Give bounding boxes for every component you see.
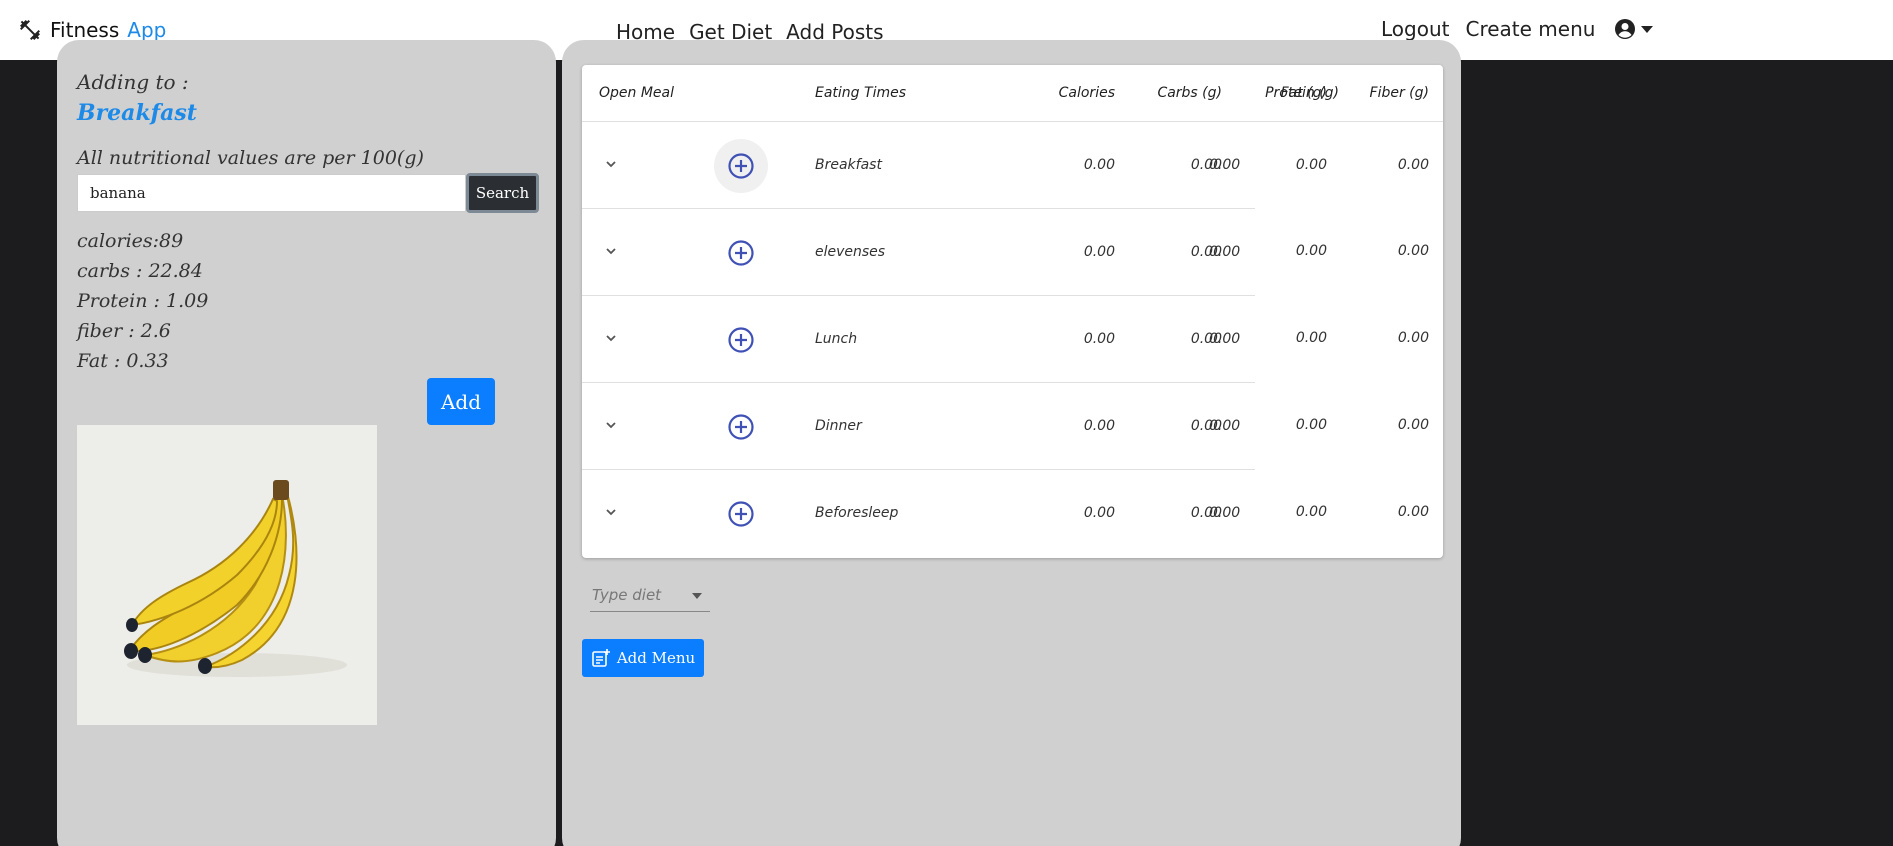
user-circle-icon [1615, 19, 1636, 39]
fiber-cell: 0.00 [1397, 157, 1429, 173]
user-menu-toggle[interactable] [1613, 17, 1654, 41]
fat-cell: 0.00 [1295, 504, 1327, 520]
plus-circle-icon [728, 501, 754, 527]
fiber-cell: 0.00 [1397, 504, 1429, 520]
chevron-down-icon[interactable] [605, 419, 617, 431]
type-diet-select[interactable]: Type diet [590, 582, 710, 612]
meal-name-cell: Breakfast [815, 157, 882, 173]
brand-logo[interactable]: Fitness App [18, 18, 166, 42]
calories-cell: 0.00 [1083, 505, 1115, 521]
fat-cell: 0.00 [1295, 243, 1327, 259]
meal-name-cell: elevenses [815, 244, 886, 260]
type-diet-placeholder: Type diet [592, 586, 662, 604]
calories-cell: 0.00 [1083, 244, 1115, 260]
meal-name-cell: Dinner [815, 418, 862, 434]
nutrition-fat: Fat : 0.33 [77, 350, 169, 372]
header-calories: Calories [1058, 85, 1115, 101]
meal-name-cell: Lunch [815, 331, 858, 347]
meal-name-cell: Beforesleep [815, 505, 899, 521]
add-item-button[interactable] [714, 226, 768, 280]
header-open-meal: Open Meal [599, 85, 675, 101]
add-menu-label: Add Menu [616, 649, 696, 667]
nav-logout[interactable]: Logout [1381, 17, 1449, 41]
protein-cell: 0.00 [1209, 244, 1241, 260]
nutrition-calories: calories:89 [77, 230, 184, 252]
table-row: Lunch 0.00 0.00 0.00 0.00 0.00 [582, 296, 1443, 383]
nav-right: Logout Create menu [1381, 17, 1654, 41]
add-menu-button[interactable]: Add Menu [582, 639, 704, 677]
table-row: Breakfast 0.00 0.00 0.00 0.00 0.00 [582, 122, 1443, 209]
protein-cell: 0.00 [1209, 418, 1241, 434]
chevron-down-icon[interactable] [605, 158, 617, 170]
plus-circle-icon [728, 240, 754, 266]
header-eating-times: Eating Times [815, 85, 906, 101]
fiber-cell: 0.00 [1397, 330, 1429, 346]
dropdown-arrow-icon [692, 593, 702, 599]
adding-to-label: Adding to : [77, 70, 189, 94]
header-fat: Fat (g) [1280, 85, 1327, 101]
fiber-cell: 0.00 [1397, 243, 1429, 259]
selected-meal-name: Breakfast [77, 100, 197, 126]
add-item-button[interactable] [714, 400, 768, 454]
chevron-down-icon[interactable] [605, 245, 617, 257]
protein-cell: 0.00 [1209, 331, 1241, 347]
caret-down-icon [1641, 25, 1654, 33]
add-item-button[interactable] [714, 313, 768, 367]
header-carbs: Carbs (g) [1157, 85, 1222, 101]
table-row: elevenses 0.00 0.00 0.00 0.00 0.00 [582, 209, 1443, 296]
food-search-panel: Adding to : Breakfast All nutritional va… [57, 40, 556, 846]
plus-circle-icon [728, 327, 754, 353]
chevron-down-icon[interactable] [605, 506, 617, 518]
nutrition-note: All nutritional values are per 100(g) [77, 147, 424, 169]
search-button[interactable]: Search [466, 173, 539, 213]
add-item-button[interactable] [714, 487, 768, 541]
brand-text-fitness: Fitness [50, 18, 120, 42]
calories-cell: 0.00 [1083, 157, 1115, 173]
note-add-icon [592, 649, 610, 667]
nutrition-fiber: fiber : 2.6 [77, 320, 171, 342]
add-item-button[interactable] [714, 139, 768, 193]
menu-builder-panel: Open Meal Eating Times Calories Carbs (g… [562, 40, 1461, 846]
fat-cell: 0.00 [1295, 157, 1327, 173]
brand-text-app: App [127, 18, 167, 42]
plus-circle-icon [728, 153, 754, 179]
nav-create-menu[interactable]: Create menu [1465, 17, 1595, 41]
plus-circle-icon [728, 414, 754, 440]
dumbbell-icon [20, 20, 40, 40]
nutrition-carbs: carbs : 22.84 [77, 260, 203, 282]
nutrition-protein: Protein : 1.09 [77, 290, 209, 312]
add-food-button[interactable]: Add [427, 378, 495, 425]
meals-table: Open Meal Eating Times Calories Carbs (g… [582, 65, 1443, 558]
fat-cell: 0.00 [1295, 330, 1327, 346]
fiber-cell: 0.00 [1397, 417, 1429, 433]
food-search-input[interactable] [77, 174, 466, 212]
calories-cell: 0.00 [1083, 418, 1115, 434]
chevron-down-icon[interactable] [605, 332, 617, 344]
fat-cell: 0.00 [1295, 417, 1327, 433]
header-fiber: Fiber (g) [1369, 85, 1429, 101]
calories-cell: 0.00 [1083, 331, 1115, 347]
table-row: Beforesleep 0.00 0.00 0.00 0.00 0.00 [582, 470, 1443, 557]
protein-cell: 0.00 [1209, 505, 1241, 521]
table-row: Dinner 0.00 0.00 0.00 0.00 0.00 [582, 383, 1443, 470]
food-image [77, 425, 377, 725]
protein-cell: 0.00 [1209, 157, 1241, 173]
